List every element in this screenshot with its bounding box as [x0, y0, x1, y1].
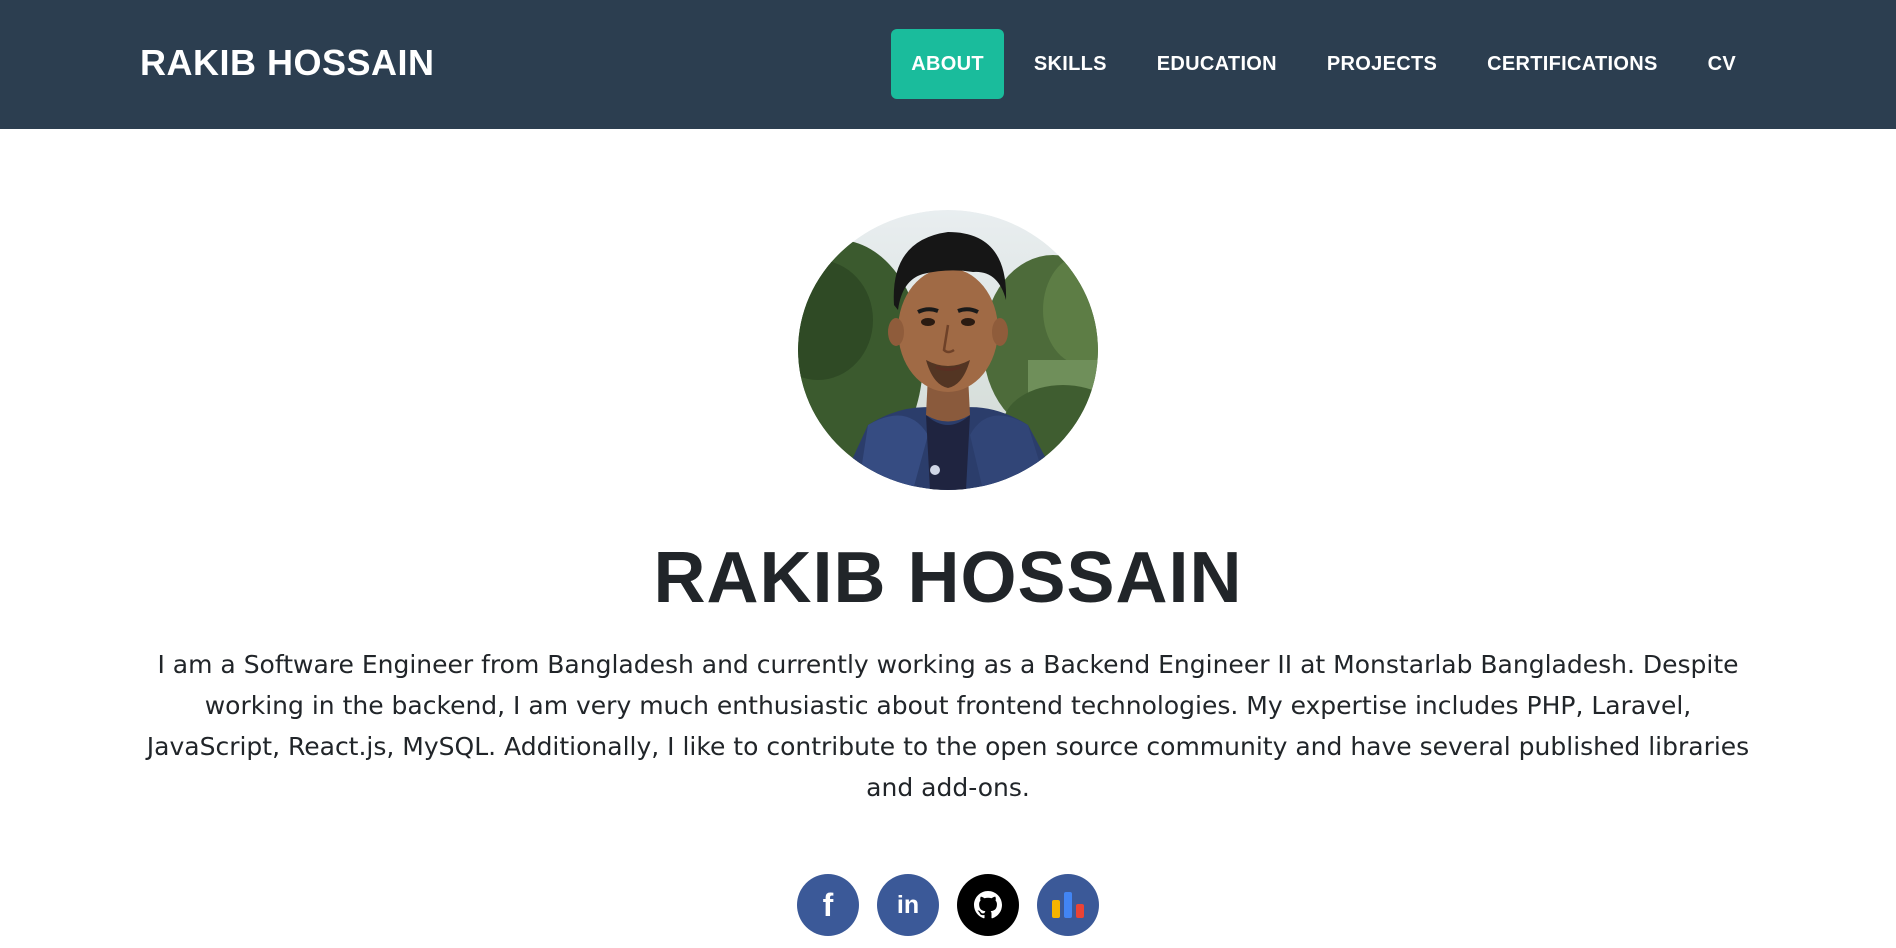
page-title: RAKIB HOSSAIN	[653, 538, 1243, 618]
nav-education[interactable]: EDUCATION	[1137, 29, 1297, 99]
navbar: RAKIB HOSSAIN ABOUT SKILLS EDUCATION PRO…	[0, 0, 1896, 129]
linkedin-link[interactable]: in	[877, 874, 939, 936]
facebook-link[interactable]: f	[797, 874, 859, 936]
main-nav: ABOUT SKILLS EDUCATION PROJECTS CERTIFIC…	[891, 29, 1756, 99]
nav-projects[interactable]: PROJECTS	[1307, 29, 1457, 99]
github-icon	[974, 891, 1002, 919]
stats-icon	[1052, 892, 1084, 918]
hero-section: RAKIB HOSSAIN I am a Software Engineer f…	[0, 129, 1896, 936]
github-link[interactable]	[957, 874, 1019, 936]
nav-skills[interactable]: SKILLS	[1014, 29, 1127, 99]
nav-certifications[interactable]: CERTIFICATIONS	[1467, 29, 1678, 99]
linkedin-icon: in	[896, 890, 920, 919]
profile-photo	[798, 210, 1098, 490]
social-links: f in	[797, 874, 1099, 936]
bio-text: I am a Software Engineer from Bangladesh…	[146, 650, 1750, 802]
stats-link[interactable]	[1037, 874, 1099, 936]
nav-about[interactable]: ABOUT	[891, 29, 1004, 99]
facebook-icon: f	[822, 886, 834, 923]
nav-cv[interactable]: CV	[1688, 29, 1756, 99]
brand-logo-link[interactable]: RAKIB HOSSAIN	[140, 42, 435, 84]
